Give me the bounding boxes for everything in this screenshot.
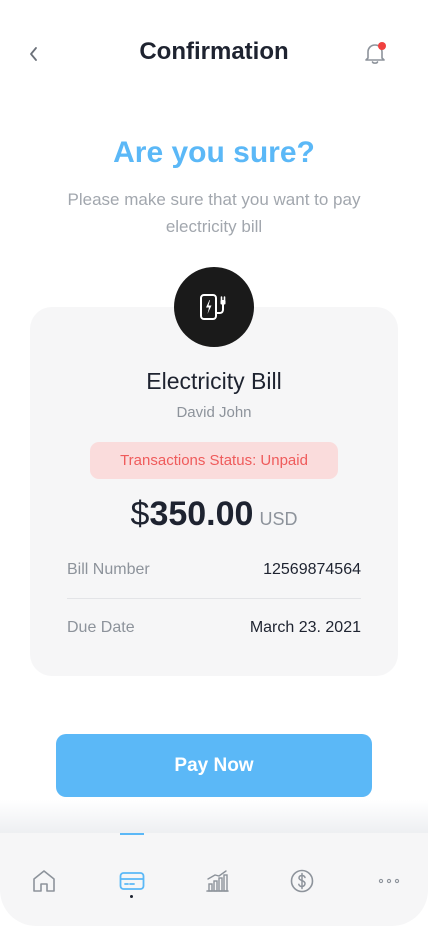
card-icon: [119, 872, 145, 890]
amount-value: 350.00: [149, 495, 254, 533]
dollar-icon: [290, 869, 314, 893]
tabbar-shadow: [0, 800, 428, 834]
notification-badge: [378, 42, 386, 50]
active-tab-dot: [130, 895, 133, 898]
detail-row-bill-number: Bill Number 12569874564: [67, 558, 361, 582]
home-icon: [33, 870, 55, 892]
tab-bar: [0, 833, 428, 926]
tab-payments[interactable]: [286, 865, 318, 897]
confirm-message: Please make sure that you want to pay el…: [67, 190, 361, 236]
status-badge: Transactions Status: Unpaid: [90, 442, 338, 479]
currency-symbol: $: [130, 495, 150, 533]
bill-owner: David John: [176, 404, 252, 421]
tab-cards[interactable]: [116, 865, 148, 897]
divider: [67, 598, 361, 599]
detail-row-due-date: Due Date March 23. 2021: [67, 616, 361, 640]
amount-row: $350.00 USD: [30, 495, 398, 534]
currency-code: USD: [259, 509, 298, 529]
detail-label: Bill Number: [67, 561, 150, 578]
active-tab-indicator: [120, 833, 144, 835]
detail-label: Due Date: [67, 619, 135, 636]
tab-stats[interactable]: [201, 865, 233, 897]
bill-card: Electricity Bill David John Transactions…: [30, 307, 398, 676]
notification-button[interactable]: [362, 40, 390, 68]
pay-now-button[interactable]: Pay Now: [56, 734, 372, 797]
app-header: Confirmation: [0, 0, 428, 110]
detail-value: March 23. 2021: [249, 619, 361, 636]
bill-title: Electricity Bill: [146, 368, 282, 394]
more-icon: [378, 878, 400, 884]
bill-icon-circle: [174, 267, 254, 347]
tab-home[interactable]: [28, 865, 60, 897]
confirm-heading: Are you sure?: [113, 136, 315, 169]
ev-plug-icon: [200, 294, 226, 320]
detail-value: 12569874564: [263, 561, 361, 578]
chart-icon: [206, 870, 229, 892]
tab-more[interactable]: [373, 865, 405, 897]
